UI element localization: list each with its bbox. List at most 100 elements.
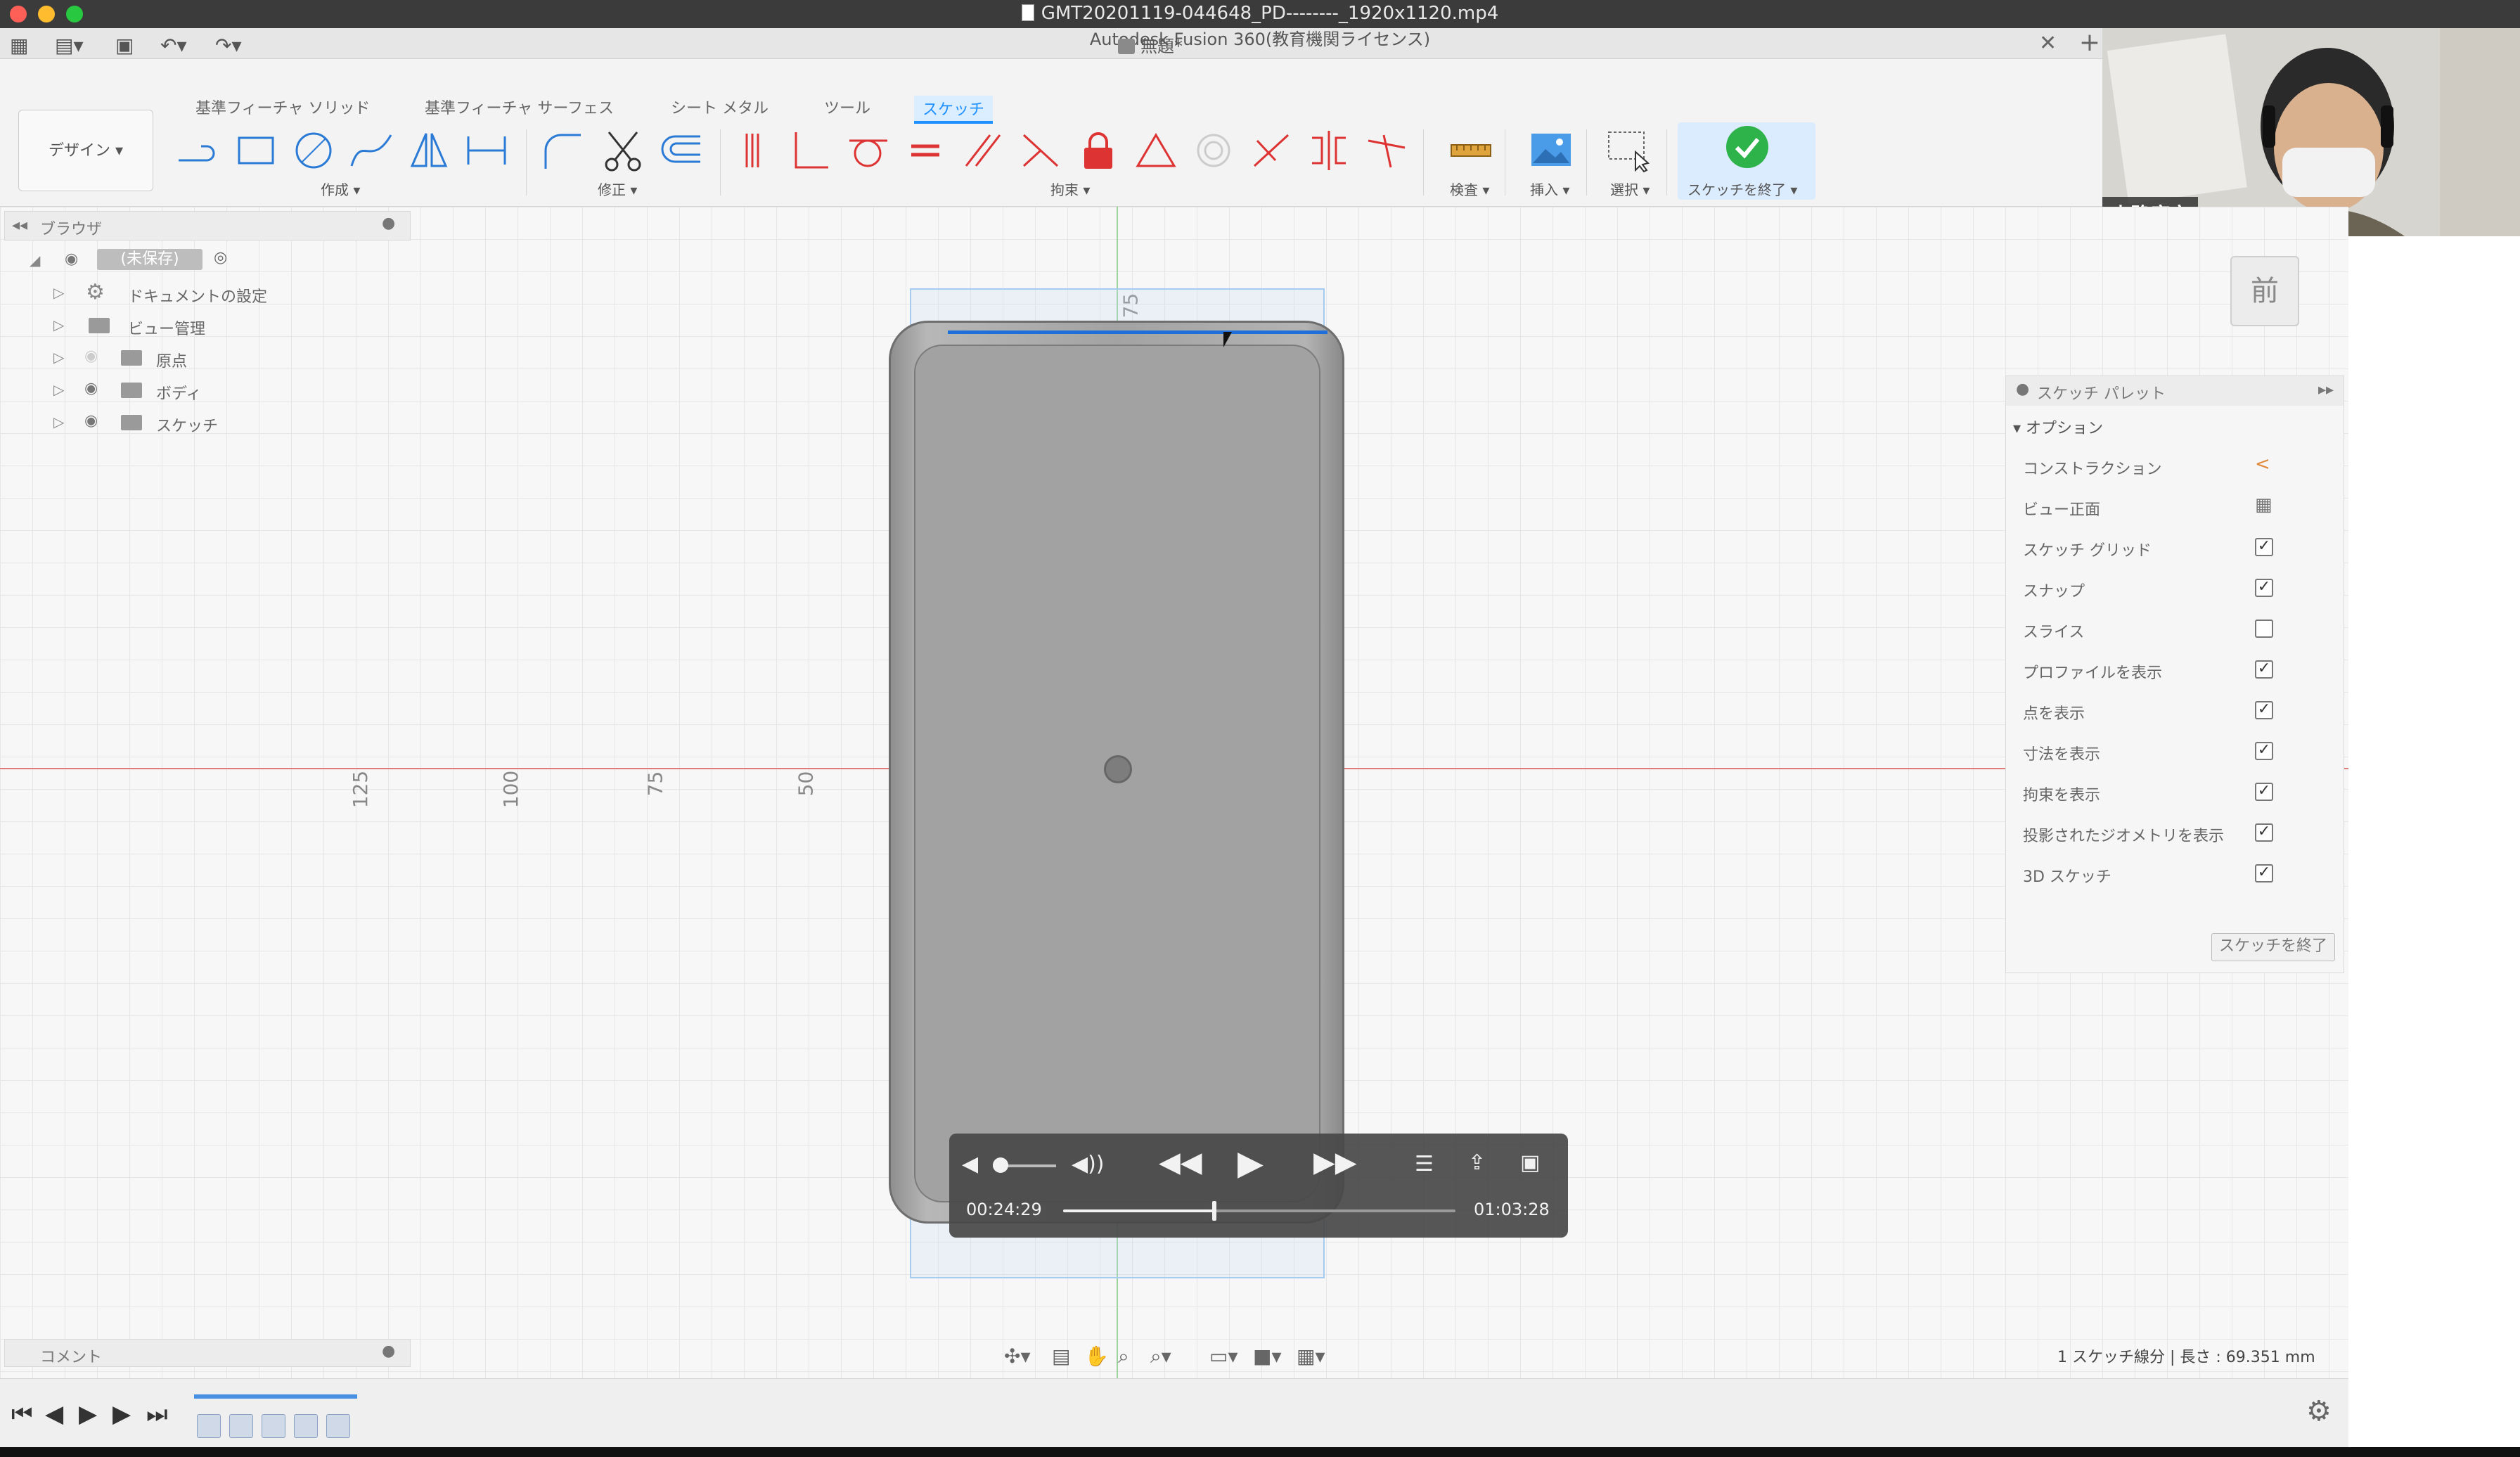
expand-triangle-icon[interactable]: ▷: [53, 316, 64, 333]
timeline-sketch-icon[interactable]: [197, 1414, 221, 1438]
line-tool-icon[interactable]: [174, 127, 222, 174]
timeline-fillet-icon[interactable]: [262, 1414, 285, 1438]
pan-hand-icon[interactable]: ✋: [1084, 1344, 1109, 1368]
play-icon[interactable]: ▶: [1238, 1143, 1264, 1183]
rewind-icon[interactable]: ◀◀: [1159, 1146, 1202, 1179]
comments-panel[interactable]: コメント ●: [4, 1339, 411, 1367]
fix-curvature-constraint-icon[interactable]: [1363, 127, 1410, 174]
checkbox-checked[interactable]: ✓: [2255, 864, 2273, 882]
step-back-icon[interactable]: ◀: [45, 1400, 63, 1428]
perpendicular-x-constraint-icon[interactable]: [1017, 127, 1065, 174]
symmetry-constraint-icon[interactable]: [1305, 127, 1353, 174]
trim-scissors-icon[interactable]: [599, 127, 647, 174]
visibility-eye-icon[interactable]: ◉: [84, 380, 98, 397]
workspace-dropdown[interactable]: デザイン ▾: [18, 110, 153, 191]
finish-sketch-label[interactable]: スケッチを終了 ▾: [1688, 179, 1797, 199]
circle-tool-icon[interactable]: [290, 127, 338, 174]
checkbox-checked[interactable]: ✓: [2255, 823, 2273, 842]
orbit-icon[interactable]: ✣▾: [1004, 1344, 1031, 1368]
create-group-label[interactable]: 作成 ▾: [321, 179, 360, 199]
browser-pin-icon[interactable]: ●: [382, 214, 395, 232]
active-radio-icon[interactable]: ◎: [214, 249, 227, 267]
lock-constraint-icon[interactable]: [1074, 127, 1122, 174]
spline-tool-icon[interactable]: [347, 127, 395, 174]
select-group-label[interactable]: 選択 ▾: [1610, 179, 1650, 199]
option-look-at[interactable]: ビュー正面 ▦: [2023, 493, 2332, 521]
mirror-tool-icon[interactable]: [405, 127, 453, 174]
expand-triangle-icon[interactable]: ▷: [53, 349, 64, 366]
option-3d-sketch[interactable]: 3D スケッチ ✓: [2023, 860, 2332, 888]
go-to-start-icon[interactable]: ⏮: [11, 1400, 33, 1428]
midpoint-constraint-icon[interactable]: [1132, 127, 1180, 174]
tab-solid[interactable]: 基準フィーチャ ソリッド: [195, 96, 370, 118]
palette-finish-sketch-button[interactable]: スケッチを終了: [2211, 933, 2335, 961]
timeline-fillet-icon[interactable]: [294, 1414, 318, 1438]
expand-triangle-icon[interactable]: ▷: [53, 284, 64, 301]
offset-tool-icon[interactable]: [657, 127, 705, 174]
option-show-points[interactable]: 点を表示 ✓: [2023, 697, 2332, 725]
constraints-group-label[interactable]: 拘束 ▾: [1050, 179, 1090, 199]
close-tab-icon[interactable]: ✕: [2039, 31, 2057, 56]
collapse-browser-icon[interactable]: ◂◂: [12, 217, 27, 234]
origin-point-icon[interactable]: [1104, 755, 1132, 783]
coincident-constraint-icon[interactable]: [728, 127, 776, 174]
go-to-end-icon[interactable]: ⏭: [146, 1400, 168, 1428]
option-show-constraints[interactable]: 拘束を表示 ✓: [2023, 778, 2332, 807]
expand-palette-icon[interactable]: ▸▸: [2318, 381, 2334, 399]
checkbox-checked[interactable]: ✓: [2255, 579, 2273, 597]
playhead-handle[interactable]: [1211, 1201, 1216, 1221]
tab-tools[interactable]: ツール: [824, 96, 870, 118]
option-snap[interactable]: スナップ ✓: [2023, 575, 2332, 603]
look-at-nav-icon[interactable]: ▤: [1052, 1344, 1070, 1368]
tab-surface[interactable]: 基準フィーチャ サーフェス: [425, 96, 614, 118]
display-settings-icon[interactable]: ▭▾: [1209, 1344, 1238, 1368]
checkbox-checked[interactable]: ✓: [2255, 742, 2273, 760]
zoom-window-icon[interactable]: ⌕▾: [1150, 1344, 1171, 1368]
insert-image-icon[interactable]: [1527, 127, 1575, 174]
step-forward-icon[interactable]: ▶: [112, 1400, 131, 1428]
option-show-dimensions[interactable]: 寸法を表示 ✓: [2023, 738, 2332, 766]
timeline-settings-gear-icon[interactable]: ⚙: [2306, 1395, 2332, 1427]
timeline-extrude-icon[interactable]: [229, 1414, 253, 1438]
insert-group-label[interactable]: 挿入 ▾: [1530, 179, 1569, 199]
timeline-sketch-icon[interactable]: [326, 1414, 350, 1438]
tangent-constraint-icon[interactable]: [844, 127, 892, 174]
collinear-constraint-icon[interactable]: [1247, 127, 1295, 174]
checkbox-checked[interactable]: ✓: [2255, 701, 2273, 719]
equal-constraint-icon[interactable]: [901, 127, 949, 174]
option-show-profile[interactable]: プロファイルを表示 ✓: [2023, 656, 2332, 684]
option-construction[interactable]: コンストラクション <: [2023, 452, 2332, 480]
grid-settings-icon[interactable]: ■▾: [1253, 1344, 1282, 1368]
measure-ruler-icon[interactable]: [1447, 127, 1495, 174]
chapters-list-icon[interactable]: ☰: [1415, 1152, 1434, 1176]
new-tab-button[interactable]: +: [2076, 28, 2104, 59]
checkbox-checked[interactable]: ✓: [2255, 783, 2273, 801]
volume-low-icon[interactable]: ◀: [962, 1152, 978, 1176]
visibility-eye-icon[interactable]: ◉: [65, 250, 78, 268]
modify-group-label[interactable]: 修正 ▾: [598, 179, 637, 199]
collapse-triangle-icon[interactable]: ◢: [30, 252, 40, 269]
rectangle-tool-icon[interactable]: [232, 127, 280, 174]
checkbox-checked[interactable]: ✓: [2255, 538, 2273, 556]
dimension-line-tool-icon[interactable]: [463, 127, 510, 174]
option-sketch-grid[interactable]: スケッチ グリッド ✓: [2023, 534, 2332, 562]
look-at-icon[interactable]: ▦: [2255, 494, 2272, 515]
view-cube[interactable]: 前: [2230, 256, 2299, 326]
checkbox-unchecked[interactable]: [2255, 620, 2273, 638]
perpendicular-constraint-icon[interactable]: [786, 127, 834, 174]
option-slice[interactable]: スライス: [2023, 615, 2332, 643]
options-section-header[interactable]: ▾ オプション: [2013, 416, 2103, 438]
expand-triangle-icon[interactable]: ▷: [53, 381, 64, 398]
inspect-group-label[interactable]: 検査 ▾: [1450, 179, 1489, 199]
checkbox-checked[interactable]: ✓: [2255, 660, 2273, 679]
zoom-icon[interactable]: ⌕: [1118, 1344, 1129, 1368]
expand-triangle-icon[interactable]: ▷: [53, 413, 64, 430]
selected-sketch-line[interactable]: [948, 330, 1328, 334]
volume-high-icon[interactable]: ◀)): [1072, 1152, 1104, 1176]
tab-sketch[interactable]: スケッチ: [914, 96, 994, 124]
palette-pin-icon[interactable]: ●: [2016, 380, 2029, 398]
fillet-tool-icon[interactable]: [539, 127, 586, 174]
viewports-icon[interactable]: ▦▾: [1297, 1344, 1325, 1368]
volume-knob[interactable]: [993, 1157, 1008, 1173]
tab-sheet-metal[interactable]: シート メタル: [671, 96, 769, 118]
